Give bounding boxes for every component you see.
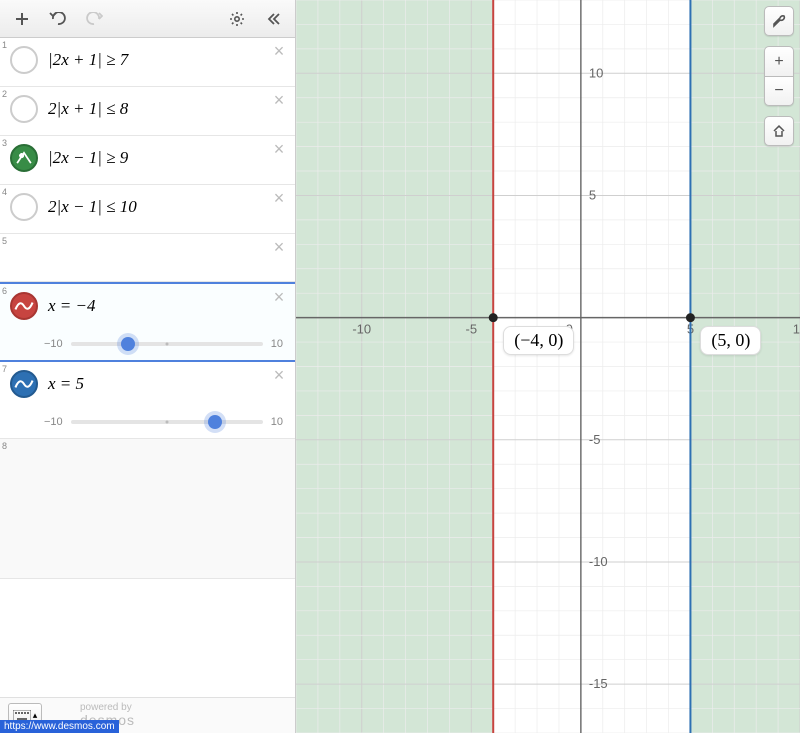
slider-thumb[interactable] xyxy=(121,337,135,351)
svg-text:-5: -5 xyxy=(466,322,478,337)
expression-latex[interactable]: x = −4 xyxy=(44,284,295,332)
sidebar-toolbar xyxy=(0,0,295,38)
expression-toggle-icon[interactable] xyxy=(10,144,38,172)
svg-text:-10: -10 xyxy=(352,322,371,337)
expression-row[interactable]: 4 2|x − 1| ≤ 10 × xyxy=(0,185,295,234)
slider-thumb[interactable] xyxy=(208,415,222,429)
expression-row[interactable]: 8 xyxy=(0,439,295,579)
expression-toggle-icon[interactable] xyxy=(10,292,38,320)
expression-row[interactable]: 6 x = −4 × −10 10 xyxy=(0,282,295,362)
slider-track[interactable] xyxy=(71,420,263,424)
expression-index: 1 xyxy=(0,38,10,50)
slider-max: 10 xyxy=(271,338,283,350)
add-icon[interactable] xyxy=(6,4,38,34)
expression-index: 8 xyxy=(0,439,10,451)
expression-index: 4 xyxy=(0,185,10,197)
expression-latex[interactable]: |2x + 1| ≥ 7 xyxy=(44,38,295,86)
expression-list: 1 |2x + 1| ≥ 7 × 2 2|x + 1| ≤ 8 × 3 |2x … xyxy=(0,38,295,697)
expression-row[interactable]: 2 2|x + 1| ≤ 8 × xyxy=(0,87,295,136)
expression-index: 3 xyxy=(0,136,10,148)
zoom-in-button[interactable]: + xyxy=(764,46,794,76)
expression-row[interactable]: 5 × xyxy=(0,234,295,282)
close-icon[interactable]: × xyxy=(269,91,289,111)
slider[interactable]: −10 10 xyxy=(0,332,295,360)
svg-text:5: 5 xyxy=(589,187,596,202)
svg-text:-15: -15 xyxy=(589,676,608,691)
expression-latex[interactable] xyxy=(44,439,295,475)
close-icon[interactable]: × xyxy=(269,366,289,386)
slider-track[interactable] xyxy=(71,342,263,346)
collapse-icon[interactable] xyxy=(257,4,289,34)
expression-index: 5 xyxy=(0,234,10,246)
graph-canvas[interactable]: -10-50510-15-10-5510 (−4, 0)(5, 0) xyxy=(296,0,800,733)
expression-latex[interactable]: |2x − 1| ≥ 9 xyxy=(44,136,295,184)
slider[interactable]: −10 10 xyxy=(0,410,295,438)
slider-min: −10 xyxy=(44,416,63,428)
home-icon[interactable] xyxy=(764,116,794,146)
plotted-point xyxy=(686,313,695,322)
svg-text:-10: -10 xyxy=(589,554,608,569)
expression-row[interactable]: 1 |2x + 1| ≥ 7 × xyxy=(0,38,295,87)
close-icon[interactable]: × xyxy=(269,238,289,258)
expression-toggle-icon[interactable] xyxy=(10,193,38,221)
graph-svg: -10-50510-15-10-5510 xyxy=(296,0,800,733)
expression-row[interactable]: 3 |2x − 1| ≥ 9 × xyxy=(0,136,295,185)
expression-toggle-icon[interactable] xyxy=(10,370,38,398)
expression-index: 7 xyxy=(0,362,10,374)
close-icon[interactable]: × xyxy=(269,42,289,62)
expression-sidebar: 1 |2x + 1| ≥ 7 × 2 2|x + 1| ≤ 8 × 3 |2x … xyxy=(0,0,296,733)
status-link: https://www.desmos.com xyxy=(0,720,119,733)
expression-latex[interactable]: 2|x + 1| ≤ 8 xyxy=(44,87,295,135)
svg-text:-5: -5 xyxy=(589,432,601,447)
plotted-point xyxy=(489,313,498,322)
gear-icon[interactable] xyxy=(221,4,253,34)
expression-latex[interactable]: 2|x − 1| ≤ 10 xyxy=(44,185,295,233)
point-label: (−4, 0) xyxy=(503,326,574,355)
undo-icon[interactable] xyxy=(42,4,74,34)
svg-text:10: 10 xyxy=(793,322,800,337)
close-icon[interactable]: × xyxy=(269,140,289,160)
close-icon[interactable]: × xyxy=(269,288,289,308)
expression-toggle-icon[interactable] xyxy=(10,46,38,74)
wrench-icon[interactable] xyxy=(764,6,794,36)
slider-min: −10 xyxy=(44,338,63,350)
expression-index: 6 xyxy=(0,284,10,296)
expression-latex[interactable] xyxy=(44,234,295,270)
redo-icon[interactable] xyxy=(78,4,110,34)
expression-toggle-icon[interactable] xyxy=(10,95,38,123)
expression-row[interactable]: 7 x = 5 × −10 10 xyxy=(0,362,295,439)
graph-controls: + − xyxy=(764,6,794,146)
expression-index: 2 xyxy=(0,87,10,99)
slider-max: 10 xyxy=(271,416,283,428)
expression-latex[interactable]: x = 5 xyxy=(44,362,295,410)
close-icon[interactable]: × xyxy=(269,189,289,209)
point-label: (5, 0) xyxy=(700,326,761,355)
zoom-out-button[interactable]: − xyxy=(764,76,794,106)
svg-text:10: 10 xyxy=(589,65,603,80)
